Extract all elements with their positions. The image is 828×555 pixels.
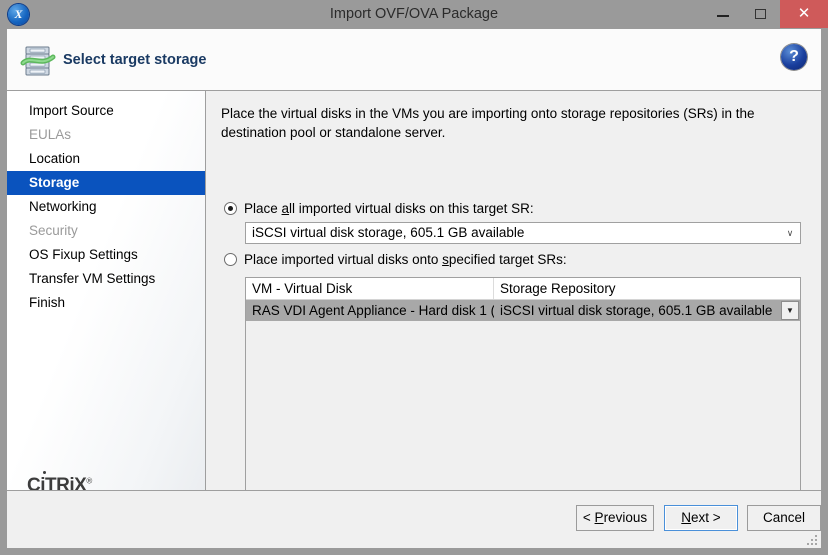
help-button[interactable]: ? [781, 44, 807, 70]
storage-disks-icon [19, 41, 59, 81]
dialog-frame: Select target storage ? Import Source EU… [6, 28, 822, 549]
radio-place-all-row[interactable]: Place all imported virtual disks on this… [224, 201, 534, 216]
chevron-down-icon[interactable]: ∨ [780, 223, 800, 243]
dialog-header: Select target storage ? [7, 29, 821, 91]
title-bar[interactable]: X Import OVF/OVA Package ✕ [0, 0, 828, 28]
instructions-text: Place the virtual disks in the VMs you a… [221, 106, 755, 140]
next-button-mnemonic: N [681, 510, 692, 525]
citrix-logo-tm: ® [86, 476, 92, 486]
radio-place-all-mnemonic: a [281, 201, 290, 216]
table-header-row: VM - Virtual Disk Storage Repository [246, 278, 800, 300]
target-sr-combobox[interactable]: iSCSI virtual disk storage, 605.1 GB ava… [245, 222, 801, 244]
maximize-icon [755, 9, 766, 19]
maximize-button[interactable] [742, 0, 780, 28]
wizard-step-list: Import Source EULAs Location Storage Net… [7, 99, 205, 315]
sidebar-item-import-source[interactable]: Import Source [7, 99, 205, 123]
radio-place-specified-label-before: Place imported virtual disks onto [244, 252, 443, 267]
sidebar-item-transfer-vm-settings[interactable]: Transfer VM Settings [7, 267, 205, 291]
resize-grip[interactable] [806, 534, 817, 545]
close-button[interactable]: ✕ [780, 0, 828, 28]
cell-vm-virtual-disk: RAS VDI Agent Appliance - Hard disk 1 (1… [252, 303, 494, 318]
cancel-button[interactable]: Cancel [747, 505, 821, 531]
main-content: Place the virtual disks in the VMs you a… [207, 91, 821, 525]
sidebar-item-location[interactable]: Location [7, 147, 205, 171]
wizard-sidebar: Import Source EULAs Location Storage Net… [7, 91, 206, 525]
minimize-icon [717, 15, 729, 17]
cell-storage-repository: iSCSI virtual disk storage, 605.1 GB ava… [500, 303, 773, 318]
radio-place-specified-row[interactable]: Place imported virtual disks onto specif… [224, 252, 567, 267]
help-icon: ? [789, 48, 799, 65]
radio-place-specified-mnemonic: s [442, 252, 449, 267]
radio-place-all-label-after: ll imported virtual disks on this target… [289, 201, 534, 216]
minimize-button[interactable] [704, 0, 742, 28]
close-icon: ✕ [797, 5, 811, 22]
target-sr-value: iSCSI virtual disk storage, 605.1 GB ava… [252, 225, 525, 240]
previous-button-mnemonic: P [594, 510, 604, 525]
sidebar-item-finish[interactable]: Finish [7, 291, 205, 315]
page-title: Select target storage [63, 52, 207, 68]
dialog-footer: < Previous Next > Cancel [7, 490, 821, 548]
row-dropdown-button[interactable]: ▼ [781, 301, 799, 320]
next-button-suffix: ext > [691, 510, 721, 525]
sidebar-item-security: Security [29, 223, 78, 238]
sidebar-item-os-fixup-settings[interactable]: OS Fixup Settings [7, 243, 205, 267]
previous-button[interactable]: < Previous [576, 505, 654, 531]
radio-place-specified[interactable] [224, 253, 237, 266]
radio-place-specified-label-after: pecified target SRs: [448, 252, 567, 267]
previous-button-prefix: < [582, 510, 595, 525]
radio-place-all-label-before: Place [244, 201, 282, 216]
sidebar-item-eulas: EULAs [29, 127, 72, 142]
disk-sr-table: VM - Virtual Disk Storage Repository RAS… [245, 277, 801, 499]
next-button[interactable]: Next > [664, 505, 738, 531]
column-header-storage-repository[interactable]: Storage Repository [494, 278, 800, 299]
previous-button-suffix: revious [603, 510, 648, 525]
column-header-vm-virtual-disk[interactable]: VM - Virtual Disk [246, 278, 494, 299]
table-row[interactable]: RAS VDI Agent Appliance - Hard disk 1 (1… [246, 300, 800, 321]
radio-place-all[interactable] [224, 202, 237, 215]
sidebar-item-storage[interactable]: Storage [7, 171, 205, 195]
import-ovf-ova-dialog: X Import OVF/OVA Package ✕ Select target… [0, 0, 828, 555]
sidebar-item-networking[interactable]: Networking [7, 195, 205, 219]
window-controls: ✕ [704, 0, 828, 28]
